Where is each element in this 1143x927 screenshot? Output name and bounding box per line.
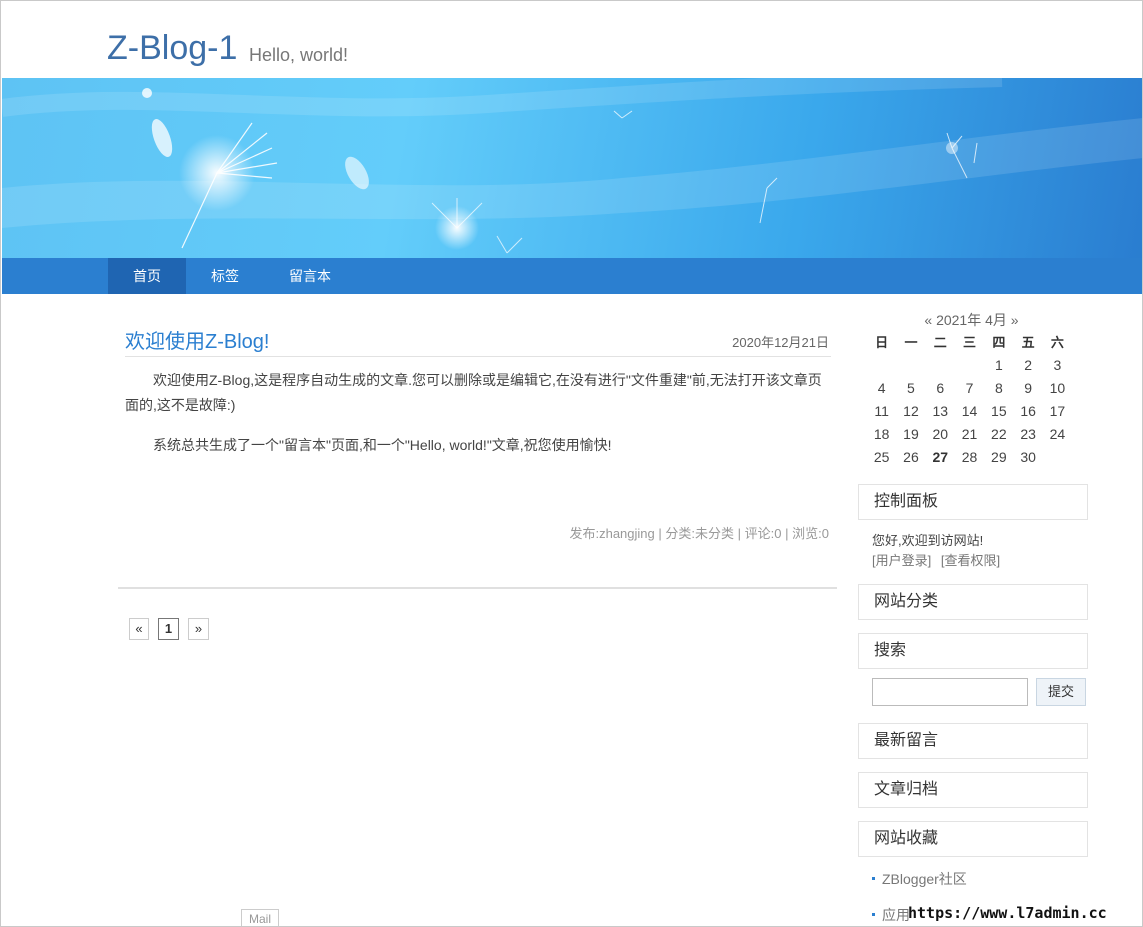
calendar-day[interactable]: 6 bbox=[926, 376, 955, 399]
post-paragraph: 欢迎使用Z-Blog,这是程序自动生成的文章.您可以删除或是编辑它,在没有进行"… bbox=[125, 372, 822, 413]
meta-separator: | bbox=[737, 526, 742, 541]
calendar-day[interactable]: 24 bbox=[1043, 422, 1072, 445]
calendar-day[interactable]: 25 bbox=[867, 445, 896, 468]
favorite-link[interactable]: ZBlogger社区 bbox=[872, 869, 967, 889]
dandelion-banner-image bbox=[2, 78, 1142, 254]
calendar-day[interactable]: 7 bbox=[955, 376, 984, 399]
calendar-day bbox=[955, 353, 984, 376]
calendar-week-row: 4 5 6 7 8 9 10 bbox=[867, 376, 1072, 399]
calendar-day[interactable]: 11 bbox=[867, 399, 896, 422]
watermark: https://www.l7admin.cc bbox=[908, 904, 1107, 922]
post-date: 2020年12月21日 bbox=[732, 335, 829, 350]
calendar-caption: « 2021年 4月 » bbox=[859, 310, 1084, 330]
calendar-day[interactable]: 29 bbox=[984, 445, 1013, 468]
calendar-day[interactable]: 4 bbox=[867, 376, 896, 399]
calendar-day[interactable]: 16 bbox=[1013, 399, 1042, 422]
nav-item-guestbook[interactable]: 留言本 bbox=[264, 258, 356, 294]
calendar-week-row: 18 19 20 21 22 23 24 bbox=[867, 422, 1072, 445]
meta-separator: | bbox=[785, 526, 789, 541]
calendar-day[interactable]: 26 bbox=[896, 445, 925, 468]
welcome-text: 您好,欢迎到访网站! bbox=[872, 533, 984, 548]
pagination-current-page[interactable]: 1 bbox=[158, 618, 179, 640]
post-category[interactable]: 分类:未分类 bbox=[665, 526, 734, 541]
calendar-week-row: 25 26 27 28 29 30 bbox=[867, 445, 1072, 468]
post-paragraph: 系统总共生成了一个"留言本"页面,和一个"Hello, world!"文章,祝您… bbox=[153, 437, 612, 453]
calendar-weekday: 四 bbox=[992, 335, 1006, 350]
calendar-day[interactable]: 13 bbox=[926, 399, 955, 422]
pagination-next-button[interactable]: » bbox=[188, 618, 209, 640]
pagination-prev-button[interactable]: « bbox=[129, 618, 149, 640]
calendar-day bbox=[867, 353, 896, 376]
search-input[interactable] bbox=[872, 678, 1028, 706]
calendar-day[interactable]: 1 bbox=[984, 353, 1013, 376]
favorite-link-label: 应用 bbox=[882, 907, 910, 923]
post-views: 浏览:0 bbox=[792, 526, 829, 541]
calendar-week-row: 123 bbox=[867, 353, 1072, 376]
calendar-day[interactable]: 21 bbox=[955, 422, 984, 445]
calendar-prev-month[interactable]: « bbox=[924, 312, 932, 328]
post-meta: 发布:zhangjing | 分类:未分类 | 评论:0 | 浏览:0 bbox=[569, 523, 829, 542]
calendar-day[interactable]: 20 bbox=[926, 422, 955, 445]
calendar-day[interactable]: 2 bbox=[1013, 353, 1042, 376]
calendar-day[interactable]: 5 bbox=[896, 376, 925, 399]
calendar-weekday: 一 bbox=[904, 335, 918, 350]
site-subtitle: Hello, world! bbox=[249, 45, 349, 65]
nav-item-home[interactable]: 首页 bbox=[108, 258, 186, 294]
calendar-month-title: 2021年 4月 bbox=[936, 312, 1007, 328]
calendar-day[interactable]: 8 bbox=[984, 376, 1013, 399]
calendar-weekday: 三 bbox=[963, 335, 977, 350]
post-comments[interactable]: 评论:0 bbox=[745, 526, 782, 541]
calendar-weekday: 六 bbox=[1050, 335, 1064, 350]
calendar-day bbox=[926, 353, 955, 376]
calendar-day[interactable]: 28 bbox=[955, 445, 984, 468]
calendar-day[interactable]: 15 bbox=[984, 399, 1013, 422]
calendar-weekday: 五 bbox=[1021, 335, 1035, 350]
calendar-table: 日 一 二 三 四 五 六 1 2 3 4 5 6 7 8 9 10 11 12 13 14 15 16 17 1… bbox=[867, 330, 1072, 468]
calendar-day[interactable]: 9 bbox=[1013, 376, 1042, 399]
page-frame: Z-Blog-1 Hello, world! 首页 标签 留言本 欢迎使用Z-B… bbox=[0, 0, 1143, 927]
widget-categories-title: 网站分类 bbox=[858, 584, 1088, 620]
calendar-day[interactable]: 19 bbox=[896, 422, 925, 445]
calendar-day[interactable]: 17 bbox=[1043, 399, 1072, 422]
calendar-next-month[interactable]: » bbox=[1011, 312, 1019, 328]
calendar-day[interactable]: 14 bbox=[955, 399, 984, 422]
widget-latest-comments-title: 最新留言 bbox=[858, 723, 1088, 759]
login-link[interactable]: [用户登录] bbox=[872, 553, 931, 568]
nav-item-tags[interactable]: 标签 bbox=[186, 258, 264, 294]
post-title[interactable]: 欢迎使用Z-Blog! bbox=[125, 325, 269, 354]
mail-tab[interactable]: Mail bbox=[241, 909, 279, 926]
bullet-icon bbox=[872, 876, 875, 880]
search-submit-button[interactable]: 提交 bbox=[1036, 678, 1086, 706]
control-panel-links: [用户登录] [查看权限] bbox=[872, 550, 1006, 569]
favorite-link[interactable]: 应用 bbox=[872, 905, 910, 925]
calendar-day[interactable]: 12 bbox=[896, 399, 925, 422]
calendar-day-today[interactable]: 27 bbox=[926, 445, 955, 468]
post-author[interactable]: 发布:zhangjing bbox=[569, 526, 654, 541]
calendar-weekday: 日 bbox=[875, 335, 889, 350]
calendar-day[interactable]: 18 bbox=[867, 422, 896, 445]
post-divider bbox=[118, 587, 837, 589]
widget-search-title: 搜索 bbox=[858, 633, 1088, 669]
bullet-icon bbox=[872, 912, 875, 916]
permissions-link[interactable]: [查看权限] bbox=[941, 553, 1000, 568]
post-title-divider bbox=[125, 356, 831, 357]
calendar-day bbox=[1043, 445, 1072, 468]
widget-archive-title: 文章归档 bbox=[858, 772, 1088, 808]
calendar-day[interactable]: 10 bbox=[1043, 376, 1072, 399]
calendar-day[interactable]: 30 bbox=[1013, 445, 1042, 468]
calendar-day[interactable]: 3 bbox=[1043, 353, 1072, 376]
calendar-weekday: 二 bbox=[933, 335, 947, 350]
widget-favorites-title: 网站收藏 bbox=[858, 821, 1088, 857]
widget-control-panel-title: 控制面板 bbox=[858, 484, 1088, 520]
meta-separator: | bbox=[658, 526, 662, 541]
site-title[interactable]: Z-Blog-1 bbox=[107, 29, 237, 68]
calendar-day bbox=[896, 353, 925, 376]
calendar-day[interactable]: 22 bbox=[984, 422, 1013, 445]
calendar-day[interactable]: 23 bbox=[1013, 422, 1042, 445]
favorite-link-label: ZBlogger社区 bbox=[882, 871, 967, 887]
main-nav: 首页 标签 留言本 bbox=[2, 258, 1142, 294]
header-banner bbox=[2, 78, 1142, 258]
calendar-week-row: 11 12 13 14 15 16 17 bbox=[867, 399, 1072, 422]
calendar-weekday-row: 日 一 二 三 四 五 六 bbox=[867, 330, 1072, 353]
